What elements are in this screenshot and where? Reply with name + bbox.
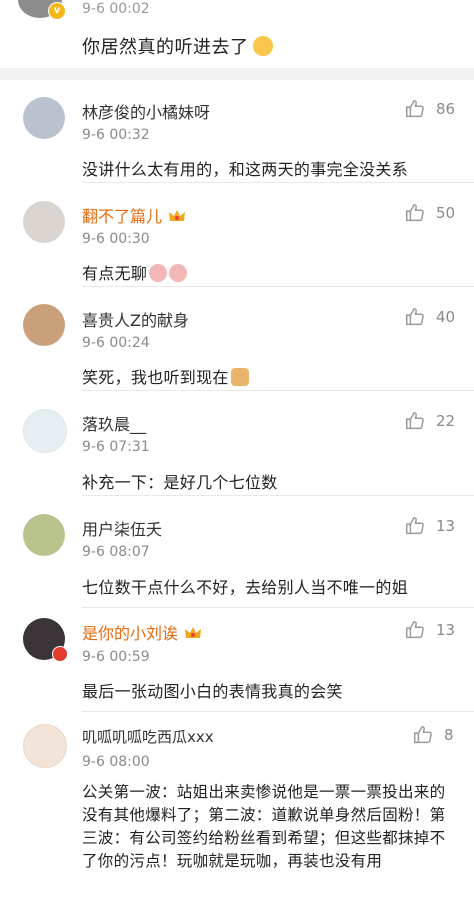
- comment-text: 最后一张动图小白的表情我真的会笑: [82, 682, 343, 701]
- comment-author[interactable]: 是你的小刘诶: [82, 620, 202, 644]
- comment-author[interactable]: 落玖晨__: [82, 411, 146, 435]
- thumbs-up-icon: [406, 308, 424, 326]
- comment-text: 没讲什么太有用的，和这两天的事完全没关系: [82, 160, 409, 179]
- sticker-emoji-icon: [149, 264, 168, 282]
- comment-author[interactable]: 叽呱叽呱吃西瓜xxx: [82, 726, 214, 747]
- like-count: 50: [436, 204, 456, 222]
- comment-item: 是你的小刘诶 9-6 00:59 最后一张动图小白的表情我真的会笑 13: [0, 608, 474, 712]
- comment-text: 七位数干点什么不好，去给别人当不唯一的姐: [82, 578, 409, 597]
- like-count: 13: [436, 517, 456, 535]
- like-count: 86: [436, 100, 456, 118]
- comment-time: 9-6 00:24: [82, 335, 150, 351]
- sticker-emoji-icon: [169, 264, 188, 282]
- comment-time: 9-6 00:32: [82, 127, 150, 143]
- comment-item: 落玖晨__ 9-6 07:31 补充一下：是好几个七位数 22: [0, 391, 474, 496]
- like-count: 40: [436, 308, 456, 326]
- comment-item: 翻不了篇儿 9-6 00:30 有点无聊 50: [0, 183, 474, 287]
- crying-emoji-icon: [252, 36, 273, 56]
- comment-author[interactable]: 林彦俊的小橘妹呀: [82, 99, 210, 123]
- comment-item: 叽呱叽呱吃西瓜xxx 9-6 08:00 公关第一波：站姐出来卖惨说他是一票一票…: [0, 712, 474, 900]
- like-button[interactable]: 8: [412, 724, 454, 746]
- comment-time: 9-6 08:00: [82, 754, 150, 770]
- avatar[interactable]: [23, 97, 65, 139]
- like-button[interactable]: 13: [404, 515, 455, 537]
- thumbs-up-icon: [406, 412, 424, 430]
- thumbs-up-icon: [406, 204, 424, 222]
- thumbs-up-icon: [406, 517, 424, 535]
- comment-author[interactable]: 喜贵人Z的献身: [82, 307, 189, 331]
- comment-author[interactable]: 用户柒伍夭: [82, 516, 162, 540]
- comment-text: 你居然真的听进去了: [82, 33, 273, 59]
- comment-time: 9-6 08:07: [82, 544, 150, 560]
- like-count: 8: [444, 726, 454, 744]
- comment-item: 林彦俊的小橘妹呀 9-6 00:32 没讲什么太有用的，和这两天的事完全没关系 …: [0, 80, 474, 183]
- avatar[interactable]: [23, 724, 67, 768]
- like-button[interactable]: 13: [404, 619, 455, 641]
- section-separator: [0, 68, 474, 80]
- like-button[interactable]: 86: [404, 98, 455, 120]
- comment-text: 补充一下：是好几个七位数: [82, 473, 278, 492]
- vip-crown-icon: [185, 627, 202, 638]
- comment-time: 9-6 07:31: [82, 439, 150, 455]
- verified-badge: v: [48, 2, 66, 20]
- comment-text: 公关第一波：站姐出来卖惨说他是一票一票投出来的没有其他爆料了；第二波：道歉说单身…: [82, 783, 446, 870]
- comment-text: 有点无聊: [82, 260, 188, 284]
- avatar[interactable]: [23, 304, 65, 346]
- comment-time: 9-6 00:02: [82, 1, 150, 17]
- comment-item: 用户柒伍夭 9-6 08:07 七位数干点什么不好，去给别人当不唯一的姐 13: [0, 496, 474, 608]
- comment-item: 喜贵人Z的献身 9-6 00:24 笑死，我也听到现在 40: [0, 287, 474, 391]
- like-count: 13: [436, 621, 456, 639]
- thumbs-up-icon: [414, 726, 432, 744]
- status-badge: [52, 646, 68, 662]
- avatar[interactable]: [23, 514, 65, 556]
- thumbs-up-icon: [406, 621, 424, 639]
- vip-crown-icon: [169, 210, 186, 221]
- cat-emoji-icon: [230, 368, 249, 386]
- previous-comment: v 9-6 00:02 你居然真的听进去了: [0, 0, 474, 68]
- comment-author[interactable]: 翻不了篇儿: [82, 203, 186, 227]
- like-button[interactable]: 22: [404, 410, 455, 432]
- comment-time: 9-6 00:59: [82, 649, 150, 665]
- thumbs-up-icon: [406, 100, 424, 118]
- comment-time: 9-6 00:30: [82, 231, 150, 247]
- avatar[interactable]: [23, 201, 65, 243]
- like-button[interactable]: 50: [404, 202, 455, 224]
- like-count: 22: [436, 412, 456, 430]
- comment-text: 笑死，我也听到现在: [82, 364, 249, 388]
- like-button[interactable]: 40: [404, 306, 455, 328]
- avatar[interactable]: [23, 409, 67, 453]
